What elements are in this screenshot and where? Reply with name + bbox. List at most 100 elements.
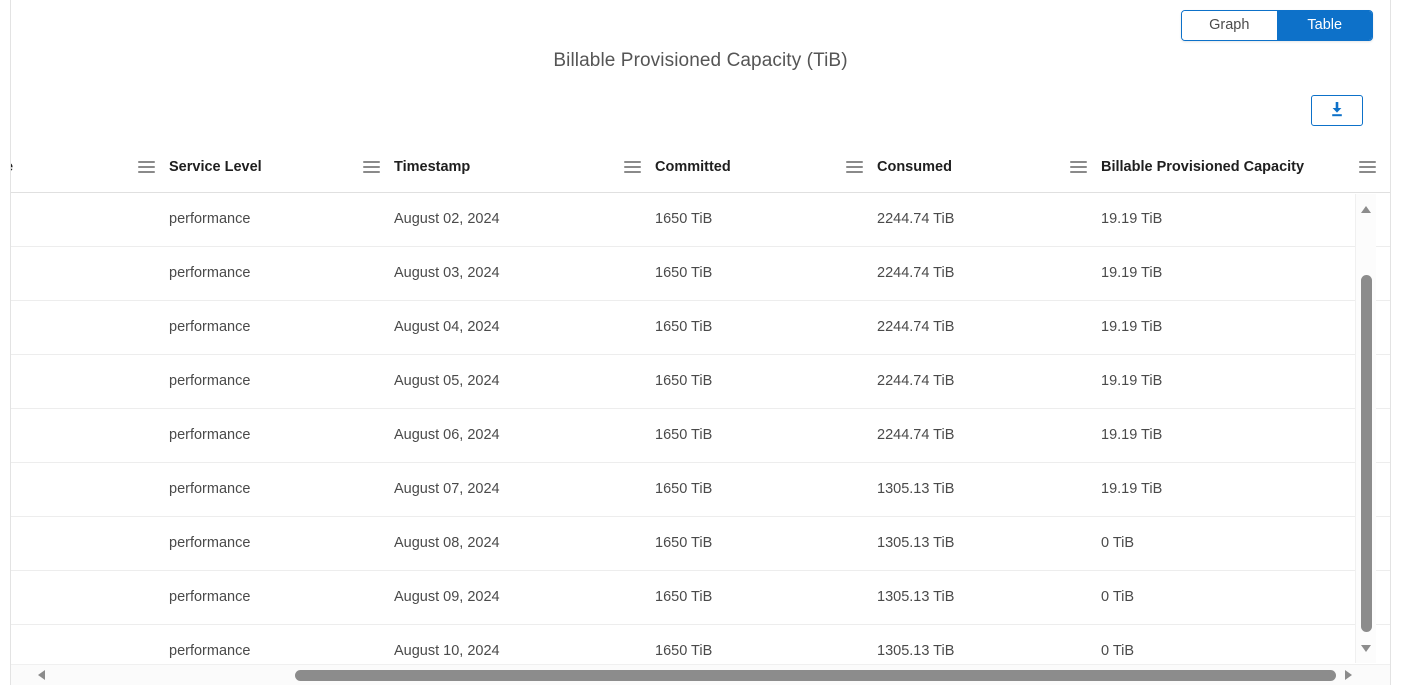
cell-level-text: performance <box>169 589 251 605</box>
column-header-consumed-label: Consumed <box>877 159 952 176</box>
cell-time: August 05, 2024 <box>394 354 655 409</box>
cell-cons-text: 2244.74 TiB <box>877 211 955 227</box>
cell-time: August 06, 2024 <box>394 408 655 463</box>
horizontal-scrollbar-thumb[interactable] <box>295 670 1336 681</box>
cell-bill-text: 0 TiB <box>1101 643 1135 659</box>
vertical-scrollbar[interactable] <box>1355 194 1376 663</box>
column-header-name-label: ame <box>11 159 13 175</box>
column-menu-icon-name[interactable] <box>138 160 155 174</box>
column-header-billable-provisioned-capacity-label: Billable Provisioned Capacity <box>1101 159 1305 176</box>
cell-comm-text: 1650 TiB <box>655 589 713 605</box>
cell-time: August 07, 2024 <box>394 462 655 517</box>
cell-time: August 09, 2024 <box>394 570 655 625</box>
cell-cons-text: 1305.13 TiB <box>877 589 955 605</box>
cell-time-text: August 03, 2024 <box>394 265 500 281</box>
table-row[interactable]: anyperformance August 03, 2024 1650 TiB 224… <box>11 246 1390 301</box>
cell-cons: 2244.74 TiB <box>877 246 1101 301</box>
column-menu-icon-billable-provisioned-capacity[interactable] <box>1359 160 1376 174</box>
cell-bill: 19.19 TiB <box>1101 408 1390 463</box>
cell-cons-text: 2244.74 TiB <box>877 265 955 281</box>
column-header-name[interactable]: ame <box>11 143 169 193</box>
cell-name-text: any <box>11 265 169 281</box>
cell-time: August 04, 2024 <box>394 300 655 355</box>
cell-bill: 19.19 TiB <box>1101 462 1390 517</box>
column-header-billable-provisioned-capacity[interactable]: Billable Provisioned Capacity <box>1101 143 1390 193</box>
cell-name: any <box>11 516 169 571</box>
cell-time-text: August 08, 2024 <box>394 535 500 551</box>
horizontal-scrollbar[interactable] <box>11 664 1390 685</box>
cell-level: performance <box>169 300 394 355</box>
data-table: ame Service Level Timestamp <box>11 143 1390 663</box>
cell-name: any <box>11 408 169 463</box>
billable-capacity-panel: Graph Table Billable Provisioned Capacit… <box>0 0 1401 685</box>
table-row[interactable]: anyperformance August 05, 2024 1650 TiB 224… <box>11 354 1390 409</box>
cell-time-text: August 10, 2024 <box>394 643 500 659</box>
cell-name: any <box>11 192 169 247</box>
cell-level: performance <box>169 246 394 301</box>
cell-name: any <box>11 462 169 517</box>
table-row[interactable]: anyperformance August 09, 2024 1650 TiB 130… <box>11 570 1390 625</box>
page-title: Billable Provisioned Capacity (TiB) <box>553 50 848 71</box>
scroll-up-arrow-icon[interactable] <box>1361 206 1371 213</box>
cell-comm: 1650 TiB <box>655 624 877 663</box>
cell-level-text: performance <box>169 319 251 335</box>
cell-level-text: performance <box>169 481 251 497</box>
cell-comm-text: 1650 TiB <box>655 481 713 497</box>
cell-comm: 1650 TiB <box>655 300 877 355</box>
scroll-left-arrow-icon[interactable] <box>38 670 45 680</box>
cell-cons: 1305.13 TiB <box>877 516 1101 571</box>
cell-level: performance <box>169 624 394 663</box>
column-header-service-level[interactable]: Service Level <box>169 143 394 193</box>
table-row[interactable]: anyperformance August 02, 2024 1650 TiB 224… <box>11 192 1390 247</box>
column-header-committed-label: Committed <box>655 159 731 176</box>
cell-level-text: performance <box>169 211 251 227</box>
data-table-scroll-area[interactable]: ame Service Level Timestamp <box>11 143 1390 663</box>
table-row[interactable]: anyperformance August 06, 2024 1650 TiB 224… <box>11 408 1390 463</box>
cell-comm: 1650 TiB <box>655 462 877 517</box>
table-row[interactable]: anyperformance August 04, 2024 1650 TiB 224… <box>11 300 1390 355</box>
cell-name-text: any <box>11 589 169 605</box>
table-row[interactable]: anyperformance August 10, 2024 1650 TiB 130… <box>11 624 1390 663</box>
table-row[interactable]: anyperformance August 08, 2024 1650 TiB 130… <box>11 516 1390 571</box>
cell-name-text: any <box>11 535 169 551</box>
cell-bill-text: 19.19 TiB <box>1101 373 1163 389</box>
cell-comm-text: 1650 TiB <box>655 643 713 659</box>
cell-comm: 1650 TiB <box>655 408 877 463</box>
cell-comm: 1650 TiB <box>655 192 877 247</box>
table-row[interactable]: anyperformance August 07, 2024 1650 TiB 130… <box>11 462 1390 517</box>
cell-time: August 10, 2024 <box>394 624 655 663</box>
column-menu-icon-consumed[interactable] <box>1070 160 1087 174</box>
tab-table[interactable]: Table <box>1277 11 1372 40</box>
scroll-down-arrow-icon[interactable] <box>1361 645 1371 652</box>
cell-cons: 2244.74 TiB <box>877 408 1101 463</box>
cell-bill-text: 19.19 TiB <box>1101 481 1163 497</box>
cell-name: any <box>11 570 169 625</box>
cell-level-text: performance <box>169 535 251 551</box>
column-menu-icon-committed[interactable] <box>846 160 863 174</box>
view-mode-toggle: Graph Table <box>1181 10 1373 41</box>
scroll-right-arrow-icon[interactable] <box>1345 670 1352 680</box>
column-menu-icon-service-level[interactable] <box>363 160 380 174</box>
column-menu-icon-timestamp[interactable] <box>624 160 641 174</box>
cell-cons-text: 2244.74 TiB <box>877 427 955 443</box>
cell-comm: 1650 TiB <box>655 354 877 409</box>
cell-name-text: any <box>11 373 169 389</box>
download-button[interactable] <box>1311 95 1363 126</box>
cell-name: any <box>11 354 169 409</box>
vertical-scrollbar-thumb[interactable] <box>1361 275 1372 632</box>
cell-cons: 1305.13 TiB <box>877 462 1101 517</box>
download-icon <box>1328 100 1346 121</box>
cell-cons-text: 2244.74 TiB <box>877 319 955 335</box>
cell-cons-text: 1305.13 TiB <box>877 535 955 551</box>
cell-bill: 19.19 TiB <box>1101 354 1390 409</box>
column-header-consumed[interactable]: Consumed <box>877 143 1101 193</box>
cell-level-text: performance <box>169 427 251 443</box>
panel-right-border <box>1390 0 1391 685</box>
table-header-row: ame Service Level Timestamp <box>11 143 1390 193</box>
cell-bill: 0 TiB <box>1101 570 1390 625</box>
column-header-committed[interactable]: Committed <box>655 143 877 193</box>
cell-level: performance <box>169 408 394 463</box>
column-header-timestamp[interactable]: Timestamp <box>394 143 655 193</box>
cell-name-text: any <box>11 481 169 497</box>
tab-graph[interactable]: Graph <box>1182 11 1277 40</box>
